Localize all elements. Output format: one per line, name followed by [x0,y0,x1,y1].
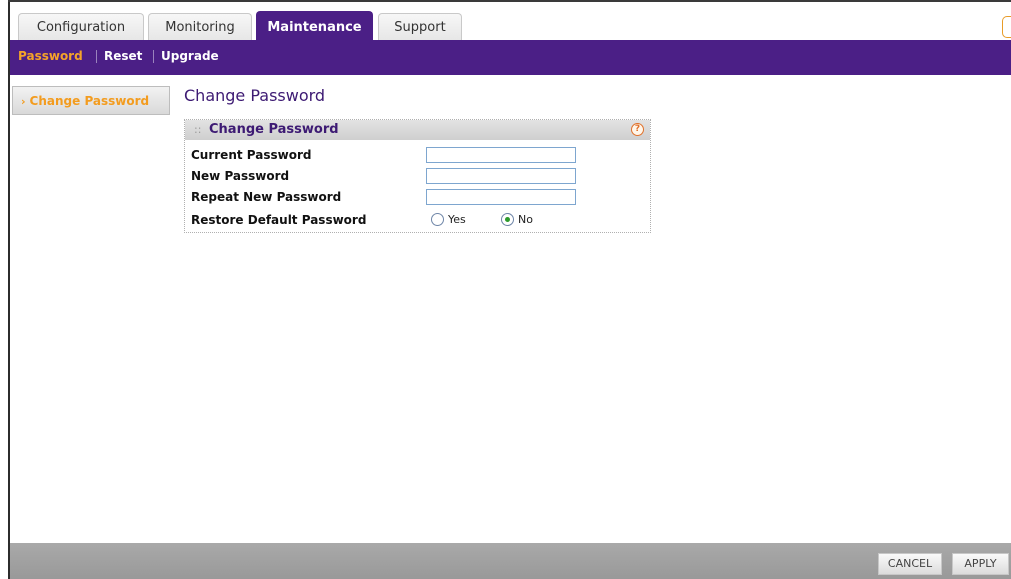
grip-icon: :: [194,123,202,136]
subnav-reset[interactable]: Reset [104,49,142,63]
repeat-new-password-field[interactable] [426,189,576,205]
current-password-field[interactable] [426,147,576,163]
new-password-label: New Password [191,169,290,183]
new-password-field[interactable] [426,168,576,184]
action-footer: CANCEL APPLY [10,543,1011,579]
tab-maintenance[interactable]: Maintenance [256,11,373,42]
logout-button[interactable] [1002,16,1011,38]
router-admin-page: Configuration Monitoring Maintenance Sup… [8,0,1011,579]
tab-monitoring[interactable]: Monitoring [148,13,252,41]
tab-support[interactable]: Support [378,13,462,41]
restore-default-yes-label[interactable]: Yes [448,213,466,226]
tab-configuration[interactable]: Configuration [18,13,144,41]
cancel-button[interactable]: CANCEL [878,553,942,575]
chevron-right-icon: › [21,95,26,108]
sidebar-item-label: Change Password [29,94,150,108]
restore-default-no-label[interactable]: No [518,213,533,226]
restore-default-yes-radio[interactable] [431,213,444,226]
subnav-separator [153,50,154,63]
page-border [8,0,10,579]
change-password-panel: :: Change Password ? Current Password Ne… [184,119,651,233]
restore-default-no-radio[interactable] [501,213,514,226]
sub-navigation: Password Reset Upgrade [10,40,1011,75]
sidebar-item-change-password[interactable]: › Change Password [12,86,170,115]
subnav-separator [96,50,97,63]
restore-default-password-label: Restore Default Password [191,213,367,227]
page-title: Change Password [184,86,326,105]
subnav-upgrade[interactable]: Upgrade [161,49,219,63]
subnav-password[interactable]: Password [18,49,83,63]
main-tab-bar: Configuration Monitoring Maintenance Sup… [10,2,1011,42]
panel-title: Change Password [209,122,339,137]
repeat-new-password-label: Repeat New Password [191,190,342,204]
apply-button[interactable]: APPLY [952,553,1009,575]
current-password-label: Current Password [191,148,312,162]
help-icon[interactable]: ? [631,123,644,136]
panel-header: :: Change Password ? [185,120,650,140]
